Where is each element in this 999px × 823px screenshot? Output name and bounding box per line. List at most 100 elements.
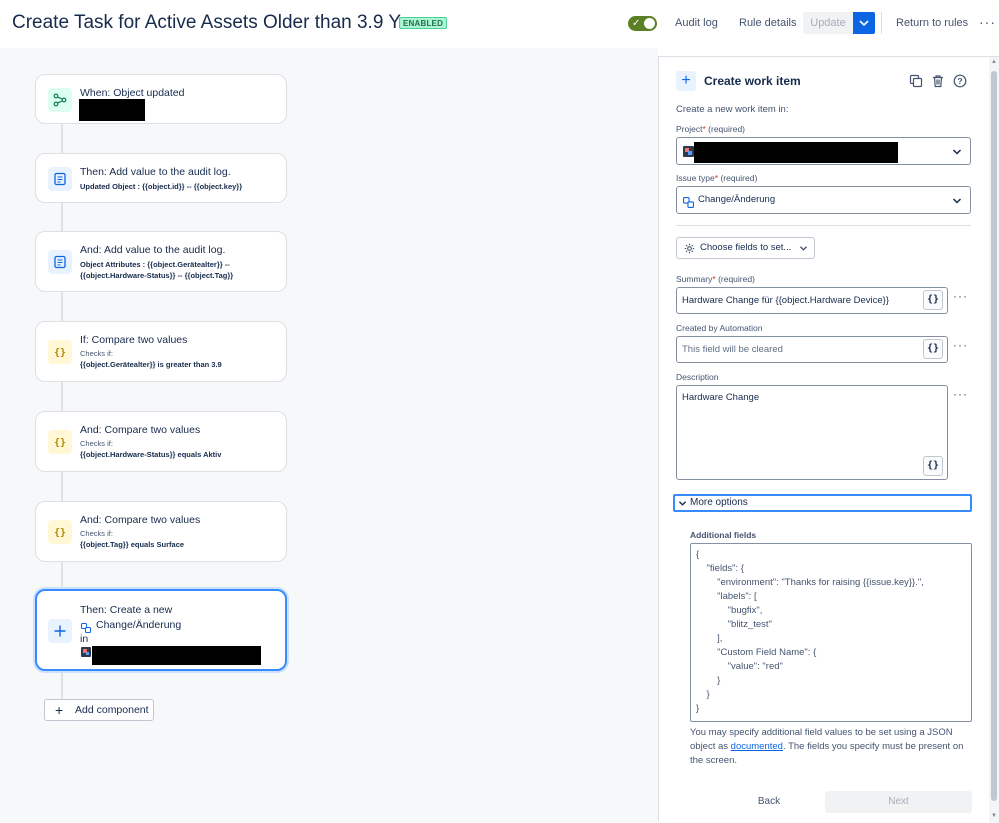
condition-card-3[interactable]: {} And: Compare two values Checks if: {{… bbox=[35, 501, 287, 562]
audit-log-button[interactable]: Audit log bbox=[675, 12, 718, 34]
trash-icon[interactable] bbox=[931, 74, 945, 88]
required-text: (required) bbox=[708, 124, 746, 134]
description-value: Hardware Change bbox=[682, 392, 760, 403]
step-detail: {{object.Hardware-Status}} equals Aktiv bbox=[80, 450, 222, 459]
chevron-down-icon bbox=[952, 149, 962, 155]
step-detail: {{object.Hardware-Status}} -- {{object.T… bbox=[80, 271, 234, 280]
plus-icon: + bbox=[676, 71, 696, 91]
issue-type-select[interactable]: Change/Änderung bbox=[676, 186, 971, 214]
update-button[interactable]: Update bbox=[803, 12, 853, 34]
step-title: And: Compare two values bbox=[80, 424, 201, 436]
description-textarea[interactable]: Hardware Change {} bbox=[676, 385, 948, 480]
create-work-item-card[interactable]: Then: Create a new Change/Änderung in bbox=[35, 589, 287, 671]
scroll-thumb[interactable] bbox=[991, 71, 997, 801]
chevron-down-icon bbox=[952, 198, 962, 204]
required-text: (required) bbox=[718, 274, 755, 284]
json-line: } bbox=[696, 689, 710, 700]
created-by-label: Created by Automation bbox=[676, 323, 763, 333]
summary-value: Hardware Change für {{object.Hardware De… bbox=[682, 295, 890, 306]
action-card-audit-log-2[interactable]: And: Add value to the audit log. Object … bbox=[35, 231, 287, 292]
smart-value-button[interactable]: {} bbox=[923, 339, 943, 359]
header-bar: Create Task for Active Assets Older than… bbox=[0, 0, 999, 48]
chevron-down-icon bbox=[799, 246, 808, 251]
step-title: And: Compare two values bbox=[80, 514, 201, 526]
required-asterisk: * bbox=[702, 124, 706, 134]
project-label: Project* (required) bbox=[676, 124, 745, 134]
choose-fields-button[interactable]: Choose fields to set... bbox=[676, 237, 815, 259]
redacted-block bbox=[92, 646, 261, 665]
summary-input[interactable]: Hardware Change für {{object.Hardware De… bbox=[676, 287, 948, 314]
redacted-block bbox=[79, 99, 145, 121]
panel-scrollbar[interactable]: ▲ ▼ bbox=[989, 57, 999, 823]
checks-label: Checks if: bbox=[80, 529, 113, 538]
braces-icon: {} bbox=[48, 340, 72, 364]
json-line: { bbox=[696, 549, 700, 560]
next-button[interactable]: Next bbox=[825, 791, 972, 813]
plus-icon bbox=[48, 619, 72, 643]
more-options-toggle[interactable]: More options bbox=[673, 494, 972, 512]
field-more-icon[interactable]: ··· bbox=[953, 289, 968, 303]
project-label-text: Project bbox=[676, 124, 703, 134]
condition-card-2[interactable]: {} And: Compare two values Checks if: {{… bbox=[35, 411, 287, 472]
json-line: } bbox=[696, 703, 700, 714]
json-line: "labels": [ bbox=[696, 591, 757, 602]
in-label: in bbox=[80, 633, 89, 645]
smart-value-button[interactable]: {} bbox=[923, 456, 943, 476]
duplicate-icon[interactable] bbox=[909, 74, 923, 88]
step-title: Then: Add value to the audit log. bbox=[80, 166, 231, 178]
issue-type-label: Change/Änderung bbox=[96, 619, 182, 631]
braces-icon: {} bbox=[48, 430, 72, 454]
log-icon bbox=[48, 167, 72, 191]
project-select[interactable] bbox=[676, 137, 971, 165]
field-more-icon[interactable]: ··· bbox=[953, 387, 968, 401]
json-line: "bugfix", bbox=[696, 605, 763, 616]
checks-label: Checks if: bbox=[80, 349, 113, 358]
smart-value-button[interactable]: {} bbox=[923, 290, 943, 310]
component-config-panel: ▲ ▼ + Create work item ? Create a new wo… bbox=[658, 56, 999, 823]
add-component-button[interactable]: + Add component bbox=[44, 699, 154, 721]
rule-enabled-toggle[interactable]: ✓ bbox=[628, 16, 657, 31]
more-options-label: More options bbox=[690, 497, 748, 508]
action-card-audit-log-1[interactable]: Then: Add value to the audit log. Update… bbox=[35, 153, 287, 203]
trigger-title: When: Object updated bbox=[80, 87, 185, 99]
issue-type-value: Change/Änderung bbox=[698, 194, 776, 205]
help-icon[interactable]: ? bbox=[953, 74, 967, 88]
field-more-icon[interactable]: ··· bbox=[953, 338, 968, 352]
chevron-down-icon bbox=[678, 501, 687, 506]
page-title: Create Task for Active Assets Older than… bbox=[12, 12, 437, 33]
step-title: And: Add value to the audit log. bbox=[80, 244, 226, 256]
scroll-up-icon[interactable]: ▲ bbox=[991, 59, 997, 65]
back-button[interactable]: Back bbox=[739, 791, 799, 813]
step-detail: {{object.Tag}} equals Surface bbox=[80, 540, 185, 549]
documented-link[interactable]: documented bbox=[731, 741, 783, 752]
status-badge: ENABLED bbox=[399, 17, 448, 29]
step-title: If: Compare two values bbox=[80, 334, 188, 346]
created-by-input[interactable]: This field will be cleared {} bbox=[676, 336, 948, 363]
issue-type-icon bbox=[683, 195, 694, 208]
checks-label: Checks if: bbox=[80, 439, 113, 448]
scroll-down-icon[interactable]: ▼ bbox=[991, 813, 997, 819]
chevron-down-icon bbox=[859, 20, 869, 27]
return-to-rules-button[interactable]: Return to rules bbox=[896, 12, 968, 34]
rule-details-button[interactable]: Rule details bbox=[739, 12, 796, 34]
toggle-knob bbox=[644, 18, 655, 29]
json-line: "value": "red" bbox=[696, 661, 783, 672]
log-icon bbox=[48, 250, 72, 274]
svg-text:?: ? bbox=[957, 76, 962, 86]
step-detail: Object Attributes : {{object.Gerätealter… bbox=[80, 260, 230, 269]
branch-icon bbox=[48, 88, 72, 112]
condition-card-1[interactable]: {} If: Compare two values Checks if: {{o… bbox=[35, 321, 287, 382]
trigger-card[interactable]: When: Object updated bbox=[35, 74, 287, 124]
summary-label: Summary* (required) bbox=[676, 274, 755, 284]
additional-fields-editor[interactable]: { "fields": { "environment": "Thanks for… bbox=[690, 543, 972, 722]
panel-intro: Create a new work item in: bbox=[676, 104, 789, 115]
required-asterisk: * bbox=[712, 274, 716, 284]
svg-text:{}: {} bbox=[54, 348, 66, 359]
additional-fields-help: You may specify additional field values … bbox=[690, 726, 975, 768]
summary-label-text: Summary bbox=[676, 274, 713, 284]
json-line: "blitz_test" bbox=[696, 619, 772, 630]
update-dropdown-button[interactable] bbox=[853, 12, 875, 34]
description-label: Description bbox=[676, 372, 719, 382]
section-divider bbox=[676, 225, 971, 226]
more-actions-icon[interactable]: ··· bbox=[979, 12, 996, 32]
